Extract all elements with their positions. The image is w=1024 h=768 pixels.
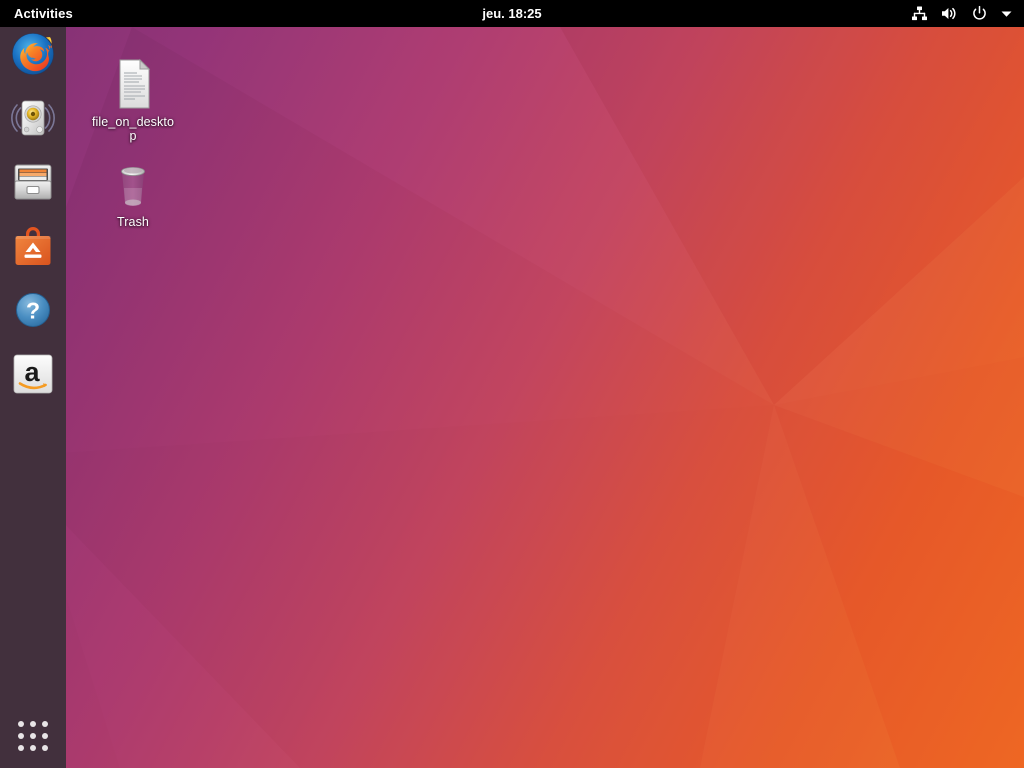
amazon-icon: a [10, 351, 56, 397]
desktop-icon-label: Trash [117, 215, 149, 229]
text-file-icon [111, 58, 155, 110]
files-icon [10, 159, 56, 205]
clock-button[interactable]: jeu. 18:25 [474, 0, 549, 27]
dock-item-ubuntu-software[interactable] [9, 222, 57, 270]
system-tray [910, 0, 1018, 27]
chevron-down-icon[interactable] [1000, 0, 1012, 27]
rhythmbox-icon [10, 95, 56, 141]
dock-items: ? a [9, 27, 57, 398]
svg-text:a: a [24, 357, 40, 387]
network-wired-icon[interactable] [910, 5, 928, 23]
desktop-wallpaper[interactable]: file_on_desktop Trash [0, 27, 1024, 768]
desktop-icon-label: file_on_desktop [91, 115, 174, 143]
desktop-icon-file-on-desktop[interactable]: file_on_desktop [90, 58, 176, 143]
desktop-screen: file_on_desktop Trash Activities jeu. 18… [0, 0, 1024, 768]
dock-item-rhythmbox[interactable] [9, 94, 57, 142]
desktop-icon-trash[interactable]: Trash [90, 158, 176, 229]
top-bar: Activities jeu. 18:25 [0, 0, 1024, 27]
show-applications-button[interactable] [9, 712, 57, 760]
help-icon: ? [10, 287, 56, 333]
dock: ? a [0, 27, 66, 768]
activities-button[interactable]: Activities [0, 0, 83, 27]
trash-icon [111, 158, 155, 210]
dock-item-files[interactable] [9, 158, 57, 206]
dock-item-amazon[interactable]: a [9, 350, 57, 398]
desktop-icon-area: file_on_desktop Trash [66, 54, 1024, 768]
power-icon[interactable] [970, 5, 988, 23]
dock-item-help[interactable]: ? [9, 286, 57, 334]
svg-text:?: ? [26, 298, 40, 324]
app-grid-icon [18, 721, 48, 751]
clock-area: jeu. 18:25 [0, 0, 1024, 27]
volume-icon[interactable] [940, 5, 958, 23]
ubuntu-software-icon [10, 223, 56, 269]
firefox-icon [10, 31, 56, 77]
dock-item-firefox[interactable] [9, 30, 57, 78]
